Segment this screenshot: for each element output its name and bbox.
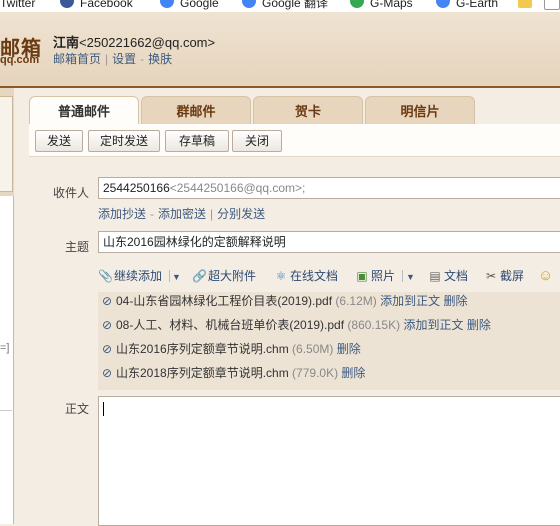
mail-header: 邮箱 qq.com 江南<250221662@qq.com> 邮箱首页 | 设置 - 换… xyxy=(0,12,560,88)
bookmark-twitter[interactable]: Twitter xyxy=(0,0,35,11)
delete-link[interactable]: 删除 xyxy=(467,318,491,332)
account-email: <250221662@qq.com> xyxy=(79,35,216,50)
save-draft-button[interactable]: 存草稿 xyxy=(165,130,229,152)
divider xyxy=(0,410,12,411)
list-item: ⊘ 山东2016序列定额章节说明.chm (6.50M) 删除 xyxy=(98,337,361,361)
photo-dropdown[interactable]: ▼ xyxy=(404,266,415,286)
dropdown-arrow-icon: ▼ xyxy=(172,272,181,282)
photo-button[interactable]: ▣ 照片 xyxy=(355,266,395,286)
delete-link[interactable]: 删除 xyxy=(341,366,365,380)
photo-icon: ▣ xyxy=(356,269,368,283)
continue-add-dropdown[interactable]: ▼ xyxy=(170,266,181,286)
scissors-icon: ✂ xyxy=(485,269,497,283)
google-translate-icon xyxy=(242,0,256,8)
account-info: 江南<250221662@qq.com> xyxy=(53,32,215,51)
paperclip-icon: ⊘ xyxy=(101,366,113,380)
attachment-name: 山东2016序列定额章节说明.chm xyxy=(116,342,289,356)
list-item: ⊘ 04-山东省园林绿化工程价目表(2019).pdf (6.12M) 添加到正文… xyxy=(98,289,468,313)
attachment-size: (860.15K) xyxy=(347,318,401,332)
subject-label: 主题 xyxy=(64,240,89,254)
checkbox-icon xyxy=(544,0,560,10)
left-panel-bottom xyxy=(0,196,14,524)
add-to-body-link[interactable]: 添加到正文 xyxy=(403,318,463,332)
tab-postcard[interactable]: 明信片 xyxy=(365,96,475,125)
folder-icon xyxy=(518,0,532,8)
attachment-size: (6.50M) xyxy=(292,342,334,356)
recipient-value: 2544250166 xyxy=(103,181,170,195)
side-glyph: =] xyxy=(0,342,10,354)
emoji-button[interactable]: ☺ xyxy=(538,266,554,286)
attachment-name: 04-山东省园林绿化工程价目表(2019).pdf xyxy=(116,294,333,308)
delete-link[interactable]: 删除 xyxy=(443,294,467,308)
online-doc-icon: ⚛ xyxy=(275,269,287,283)
list-item: ⊘ 山东2018序列定额章节说明.chm (779.0K) 删除 xyxy=(98,361,365,385)
recipient-label: 收件人 xyxy=(52,186,89,200)
action-toolbar: 发送 定时发送 存草稿 关闭 xyxy=(29,124,560,157)
bookmark-google[interactable]: Google xyxy=(180,0,219,11)
add-bcc-link[interactable]: 添加密送 xyxy=(158,207,206,221)
screenshot-button[interactable]: ✂ 截屏 xyxy=(484,266,524,286)
close-button[interactable]: 关闭 xyxy=(232,130,282,152)
continue-add-button[interactable]: 📎继续添加 xyxy=(98,266,162,286)
recipient-email-hint: <2544250166@qq.com>; xyxy=(169,181,306,195)
attachment-name: 08-人工、材料、机械台班单价表(2019).pdf xyxy=(116,318,345,332)
send-button[interactable]: 发送 xyxy=(35,130,83,152)
earth-icon xyxy=(436,0,450,8)
big-attachment-icon: 🔗 xyxy=(192,269,207,283)
left-panel-top xyxy=(0,96,13,192)
body-label: 正文 xyxy=(64,402,89,416)
list-item: ⊘ 08-人工、材料、机械台班单价表(2019).pdf (860.15K) 添加… xyxy=(98,313,491,337)
compose-tabs: 普通邮件 群邮件 贺卡 明信片 xyxy=(29,96,560,125)
tab-group-mail[interactable]: 群邮件 xyxy=(141,96,251,125)
skin-link[interactable]: 换肤 xyxy=(148,52,172,66)
compose-panel: 普通邮件 群邮件 贺卡 明信片 发送 定时发送 存草稿 关闭 收件人 25442… xyxy=(29,96,560,526)
attachment-size: (779.0K) xyxy=(292,366,339,380)
attachment-size: (6.12M) xyxy=(335,294,377,308)
tab-greeting-card[interactable]: 贺卡 xyxy=(253,96,363,125)
document-button[interactable]: ▤ 文档 xyxy=(428,266,468,286)
delete-link[interactable]: 删除 xyxy=(337,342,361,356)
online-doc-button[interactable]: ⚛ 在线文档 xyxy=(274,266,338,286)
recipient-options: 添加抄送 - 添加密送 | 分别发送 xyxy=(98,207,266,221)
subject-value: 山东2016园林绿化的定额解释说明 xyxy=(103,235,286,249)
bookmark-google-translate[interactable]: Google 翻译 xyxy=(262,0,328,11)
attachment-list: ⊘ 04-山东省园林绿化工程价目表(2019).pdf (6.12M) 添加到正文… xyxy=(98,292,560,390)
emoji-icon: ☺ xyxy=(538,267,554,284)
bookmark-facebook[interactable]: Facebook xyxy=(80,0,133,11)
bookmark-gearth[interactable]: G-Earth xyxy=(456,0,498,11)
maps-icon xyxy=(350,0,364,8)
recipient-input[interactable]: 2544250166<2544250166@qq.com>; xyxy=(98,177,560,199)
home-link[interactable]: 邮箱首页 xyxy=(53,52,101,66)
paperclip-icon: 📎 xyxy=(98,269,113,283)
separate-send-link[interactable]: 分别发送 xyxy=(217,207,265,221)
scheduled-send-button[interactable]: 定时发送 xyxy=(88,130,160,152)
logo-domain: qq.com xyxy=(0,54,40,66)
dropdown-arrow-icon: ▼ xyxy=(406,272,415,282)
add-to-body-link[interactable]: 添加到正文 xyxy=(380,294,440,308)
account-links: 邮箱首页 | 设置 - 换肤 xyxy=(53,52,173,66)
paperclip-icon: ⊘ xyxy=(101,342,113,356)
bookmark-gmaps[interactable]: G-Maps xyxy=(370,0,413,11)
account-name: 江南 xyxy=(53,35,80,50)
subject-input[interactable]: 山东2016园林绿化的定额解释说明 xyxy=(98,231,560,253)
attachment-name: 山东2018序列定额章节说明.chm xyxy=(116,366,289,380)
google-icon xyxy=(160,0,174,8)
tab-normal-mail[interactable]: 普通邮件 xyxy=(29,96,139,125)
facebook-icon xyxy=(60,0,74,8)
document-icon: ▤ xyxy=(429,269,441,283)
paperclip-icon: ⊘ xyxy=(101,318,113,332)
text-caret xyxy=(103,402,104,416)
body-editor[interactable] xyxy=(98,396,560,526)
paperclip-icon: ⊘ xyxy=(101,294,113,308)
big-attachment-button[interactable]: 🔗超大附件 xyxy=(192,266,256,286)
settings-link[interactable]: 设置 xyxy=(112,52,136,66)
add-cc-link[interactable]: 添加抄送 xyxy=(98,207,146,221)
